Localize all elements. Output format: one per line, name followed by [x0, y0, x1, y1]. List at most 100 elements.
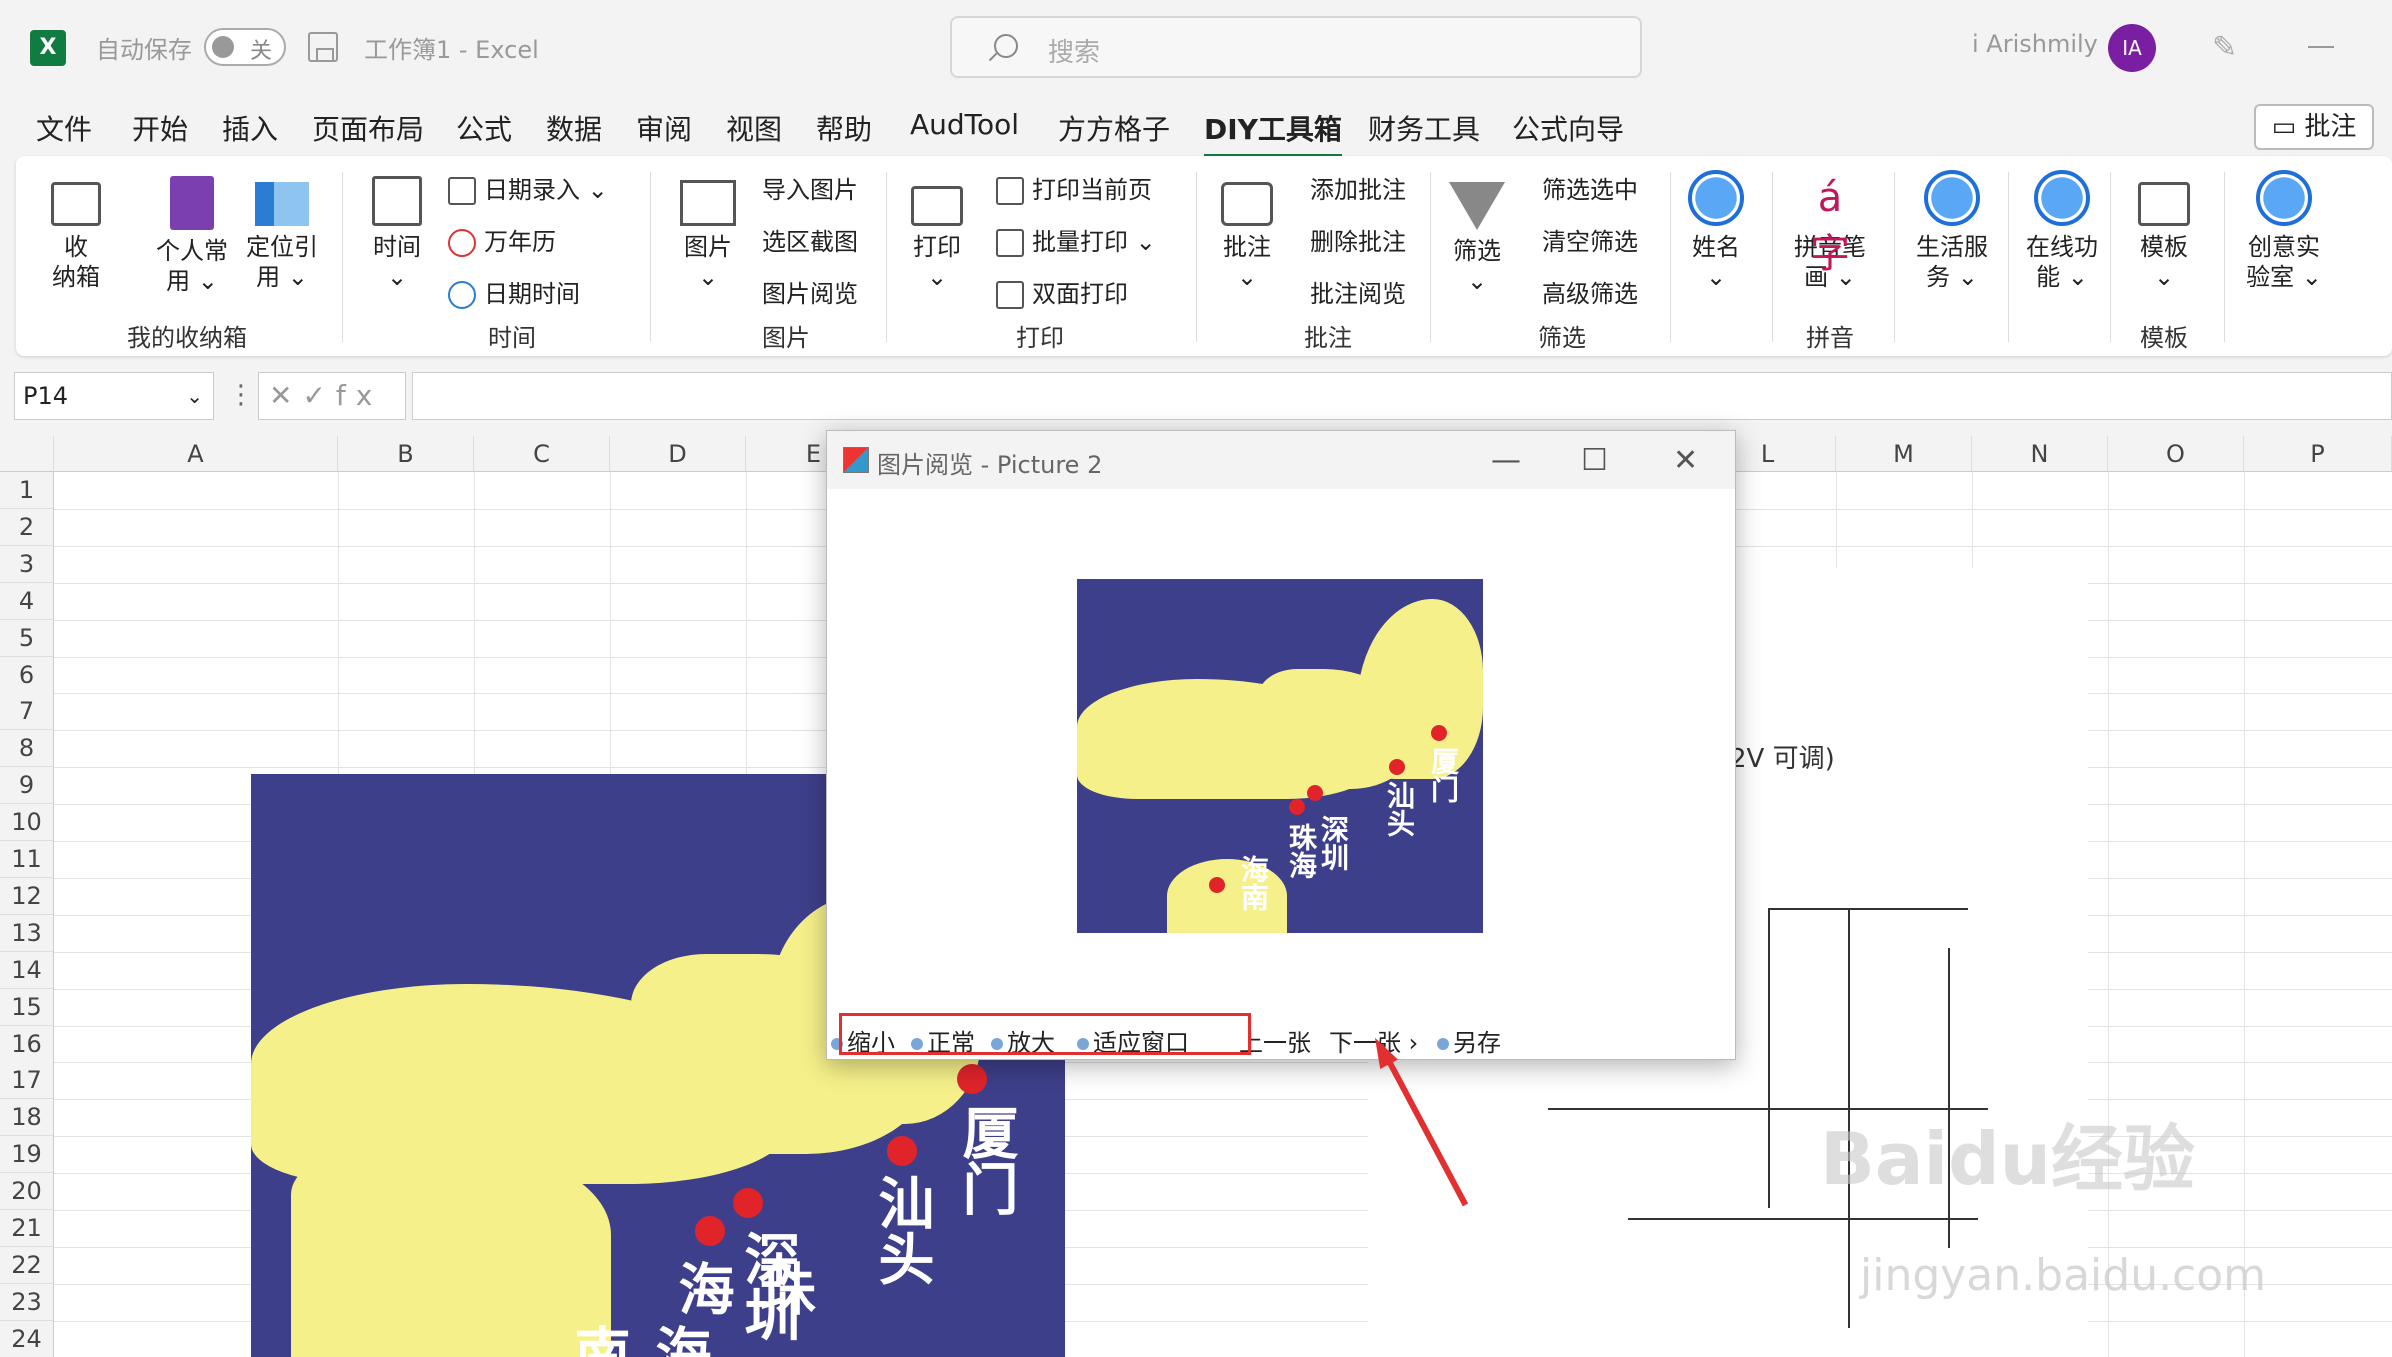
duplex-print-button[interactable]: 双面打印: [996, 278, 1128, 310]
row-header[interactable]: 5: [0, 619, 54, 657]
row-header[interactable]: 23: [0, 1283, 54, 1321]
creative-lab-button[interactable]: 创意实 验室 ⌄: [2236, 170, 2332, 292]
save-as-button[interactable]: 另存: [1437, 1023, 1501, 1058]
column-header[interactable]: A: [54, 436, 338, 472]
row-header[interactable]: 11: [0, 841, 54, 878]
row-header[interactable]: 9: [0, 767, 54, 805]
row-header[interactable]: 8: [0, 730, 54, 768]
filter-selected-button[interactable]: 筛选选中: [1542, 174, 1638, 206]
row-header[interactable]: 4: [0, 582, 54, 620]
tab-data[interactable]: 数据: [546, 108, 602, 148]
picture-browse-button[interactable]: 图片阅览: [762, 278, 858, 310]
row-header[interactable]: 18: [0, 1099, 54, 1137]
name-button[interactable]: 姓名 ⌄: [1680, 170, 1752, 292]
time-button[interactable]: 时间 ⌄: [362, 176, 432, 292]
delete-comment-button[interactable]: 删除批注: [1310, 226, 1406, 258]
formula-input[interactable]: [412, 372, 2392, 420]
filter-button[interactable]: 筛选 ⌄: [1442, 176, 1512, 296]
column-header[interactable]: C: [474, 436, 610, 472]
row-header[interactable]: 15: [0, 988, 54, 1026]
comment-button[interactable]: ▭ 批注: [2254, 104, 2374, 150]
column-header[interactable]: B: [338, 436, 474, 472]
row-header[interactable]: 21: [0, 1210, 54, 1247]
select-all-corner[interactable]: [0, 436, 54, 472]
chevron-down-icon: ⌄: [1236, 263, 1258, 291]
batch-print-button[interactable]: 批量打印 ⌄: [996, 226, 1156, 258]
tab-diy-toolbox[interactable]: DIY工具箱: [1204, 108, 1342, 158]
advanced-filter-button[interactable]: 高级筛选: [1542, 278, 1638, 310]
tab-help[interactable]: 帮助: [816, 108, 872, 148]
storage-box-button[interactable]: 收 纳箱: [46, 176, 106, 292]
add-comment-button[interactable]: 添加批注: [1310, 174, 1406, 206]
date-entry-button[interactable]: 日期录入 ⌄: [448, 174, 608, 206]
column-header[interactable]: N: [1972, 436, 2108, 472]
row-header[interactable]: 10: [0, 804, 54, 842]
clear-filter-button[interactable]: 清空筛选: [1542, 226, 1638, 258]
circuit-wire: [1768, 908, 1770, 1208]
row-header[interactable]: 19: [0, 1136, 54, 1174]
tab-fangfanggezi[interactable]: 方方格子: [1058, 108, 1170, 148]
creative-lab-circle-icon: [2256, 170, 2312, 226]
locate-reference-button[interactable]: 定位引 用 ⌄: [242, 176, 322, 292]
row-header[interactable]: 12: [0, 877, 54, 915]
tab-finance-tools[interactable]: 财务工具: [1368, 108, 1480, 148]
comment-browse-button[interactable]: 批注阅览: [1310, 278, 1406, 310]
perpetual-calendar-button[interactable]: 万年历: [448, 226, 556, 258]
row-header[interactable]: 14: [0, 951, 54, 989]
row-header[interactable]: 2: [0, 508, 54, 546]
row-header[interactable]: 7: [0, 693, 54, 731]
tab-audtool[interactable]: AudTool: [910, 108, 1019, 141]
column-header[interactable]: O: [2108, 436, 2244, 472]
column-header[interactable]: M: [1836, 436, 1972, 472]
picture-button[interactable]: 图片 ⌄: [670, 176, 746, 292]
autosave-toggle[interactable]: 关: [204, 28, 286, 66]
tab-view[interactable]: 视图: [726, 108, 782, 148]
comment-tool-button[interactable]: 批注 ⌄: [1212, 176, 1282, 292]
row-header[interactable]: 20: [0, 1173, 54, 1211]
template-button[interactable]: 模板 ⌄: [2124, 176, 2204, 292]
personal-common-button[interactable]: 个人常 用 ⌄: [152, 176, 232, 296]
row-header[interactable]: 22: [0, 1246, 54, 1284]
formula-controls[interactable]: ✕✓fx: [258, 372, 406, 420]
tab-formulas[interactable]: 公式: [456, 108, 512, 148]
life-service-button[interactable]: 生活服 务 ⌄: [1904, 170, 2000, 292]
row-header[interactable]: 13: [0, 914, 54, 952]
online-function-button[interactable]: 在线功 能 ⌄: [2014, 170, 2110, 292]
print-button[interactable]: 打印 ⌄: [902, 176, 972, 292]
date-time-button[interactable]: 日期时间: [448, 278, 580, 310]
user-name[interactable]: i Arishmily: [1972, 30, 2098, 58]
column-header[interactable]: D: [610, 436, 746, 472]
save-icon[interactable]: [308, 32, 338, 62]
search-box[interactable]: 搜索: [950, 16, 1642, 78]
tab-review[interactable]: 审阅: [636, 108, 692, 148]
import-picture-button[interactable]: 导入图片: [762, 174, 858, 206]
minimize-icon[interactable]: —: [1491, 443, 1521, 478]
row-header[interactable]: 17: [0, 1062, 54, 1100]
print-current-page-button[interactable]: 打印当前页: [996, 174, 1152, 206]
tab-formula-wizard[interactable]: 公式向导: [1512, 108, 1624, 148]
region-screenshot-button[interactable]: 选区截图: [762, 226, 858, 258]
row-header[interactable]: 1: [0, 472, 54, 509]
row-header[interactable]: 16: [0, 1025, 54, 1063]
pinyin-stroke-button[interactable]: á字 拼音笔 画 ⌄: [1782, 170, 1878, 292]
pen-icon[interactable]: ✎: [2212, 30, 2240, 65]
tab-insert[interactable]: 插入: [222, 108, 278, 148]
avatar[interactable]: IA: [2108, 24, 2156, 72]
chevron-down-icon[interactable]: ⌄: [186, 373, 203, 419]
storage-box-label-1: 收: [64, 233, 88, 261]
minimize-icon[interactable]: [2308, 46, 2334, 48]
more-options-icon[interactable]: ⋮: [228, 380, 254, 410]
row-header[interactable]: 24: [0, 1320, 54, 1357]
maximize-icon[interactable]: ☐: [1581, 443, 1608, 478]
name-circle-icon: [1688, 170, 1744, 226]
chevron-right-icon: ›: [1401, 1029, 1419, 1057]
row-header[interactable]: 3: [0, 545, 54, 583]
tab-home[interactable]: 开始: [132, 108, 188, 148]
name-box[interactable]: P14 ⌄: [14, 372, 214, 420]
tab-file[interactable]: 文件: [36, 108, 92, 148]
tab-page-layout[interactable]: 页面布局: [312, 108, 424, 148]
dialog-title-bar[interactable]: 图片阅览 - Picture 2 — ☐ ✕: [827, 431, 1735, 489]
column-header[interactable]: P: [2244, 436, 2392, 472]
close-icon[interactable]: ✕: [1673, 443, 1698, 478]
row-header[interactable]: 6: [0, 656, 54, 694]
